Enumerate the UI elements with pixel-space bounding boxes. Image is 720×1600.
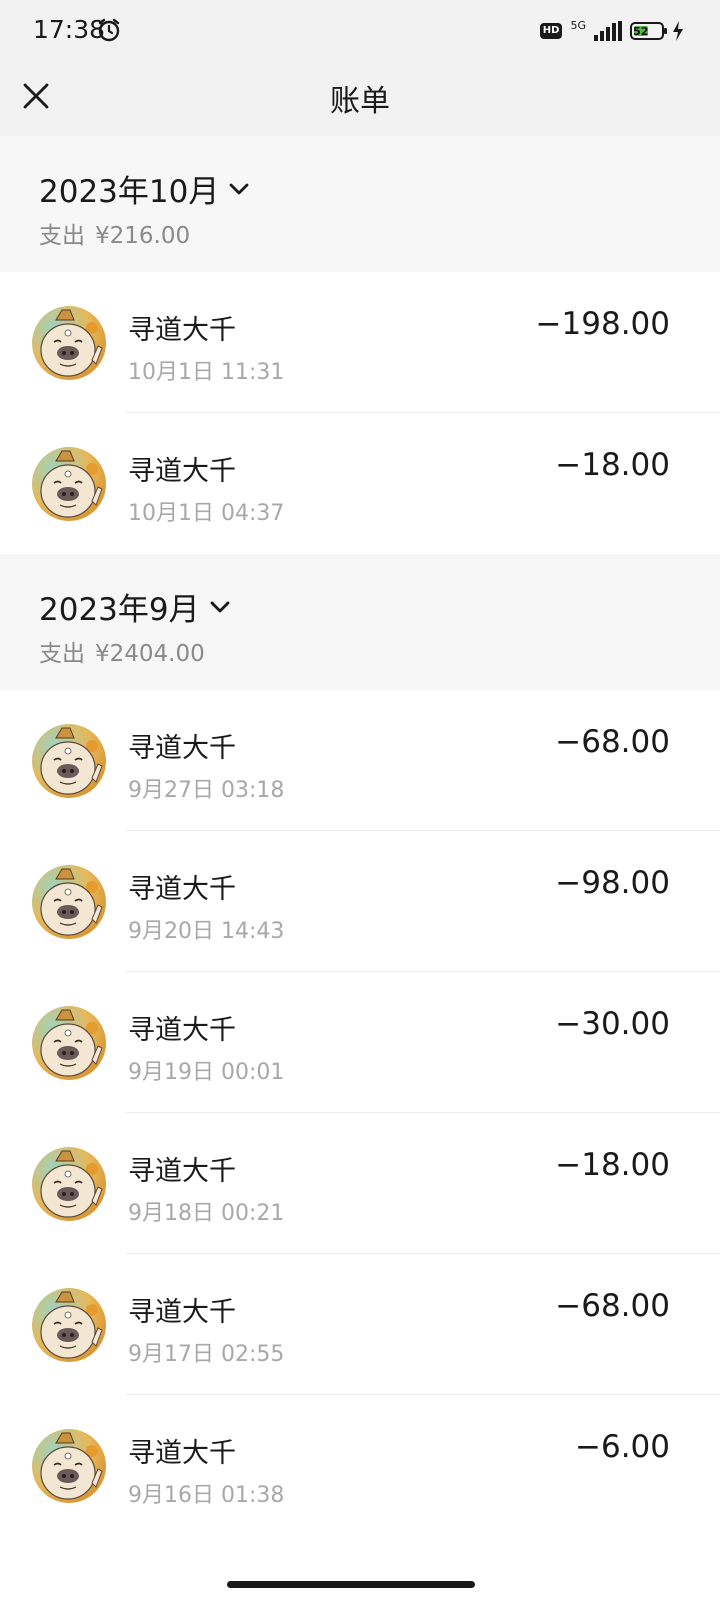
pig-avatar-icon — [32, 1006, 106, 1080]
transaction-name: 寻道大千 — [128, 874, 236, 905]
expense-label: 支出 — [39, 223, 85, 249]
status-bar: 17:38 HD 5G 52 — [0, 0, 720, 62]
chevron-down-icon — [229, 183, 249, 194]
transaction-name: 寻道大千 — [128, 456, 236, 487]
signal-icon — [594, 21, 622, 41]
nav-bar: 账单 — [0, 62, 720, 136]
transaction-name: 寻道大千 — [128, 315, 236, 346]
transaction-amount: −18.00 — [555, 1147, 670, 1183]
month-selector[interactable]: 2023年9月 — [39, 584, 232, 629]
expense-label: 支出 — [39, 641, 85, 667]
transaction-amount: −98.00 — [555, 865, 670, 901]
month-title: 2023年10月 — [39, 174, 220, 210]
transaction-amount: −68.00 — [555, 724, 670, 760]
transaction-time: 10月1日 11:31 — [128, 360, 285, 385]
page-title: 账单 — [330, 84, 390, 119]
status-indicators: HD 5G 52 — [539, 16, 684, 46]
transaction-time: 9月18日 00:21 — [128, 1201, 285, 1226]
expense-amount: ¥2404.00 — [95, 641, 205, 667]
pig-avatar-icon — [32, 865, 106, 939]
transaction-name: 寻道大千 — [128, 1297, 236, 1328]
transaction-row[interactable]: 寻道大千 9月16日 01:38 −6.00 — [0, 1395, 720, 1536]
transaction-name: 寻道大千 — [128, 1015, 236, 1046]
month-title: 2023年9月 — [39, 592, 200, 628]
home-indicator[interactable] — [227, 1581, 475, 1588]
transaction-row[interactable]: 寻道大千 9月19日 00:01 −30.00 — [0, 972, 720, 1113]
transaction-row[interactable]: 寻道大千 9月17日 02:55 −68.00 — [0, 1254, 720, 1395]
battery-icon: 52 — [630, 22, 667, 40]
transaction-name: 寻道大千 — [128, 1156, 236, 1187]
transaction-list: 寻道大千 9月27日 03:18 −68.00 寻道大千 9月20日 14:43… — [0, 690, 720, 1536]
pig-avatar-icon — [32, 1288, 106, 1362]
charging-icon — [673, 21, 683, 41]
transaction-name: 寻道大千 — [128, 1438, 236, 1469]
pig-avatar-icon — [32, 447, 106, 521]
pig-avatar-icon — [32, 306, 106, 380]
transaction-amount: −30.00 — [555, 1006, 670, 1042]
hd-badge: HD — [539, 23, 563, 39]
network-label: 5G — [570, 18, 586, 32]
transaction-row[interactable]: 寻道大千 9月18日 00:21 −18.00 — [0, 1113, 720, 1254]
transaction-amount: −6.00 — [575, 1429, 670, 1465]
transaction-time: 9月16日 01:38 — [128, 1483, 285, 1508]
battery-level: 52 — [633, 24, 649, 38]
month-expense: 支出 ¥2404.00 — [39, 634, 205, 668]
transaction-time: 9月17日 02:55 — [128, 1342, 285, 1367]
month-header[interactable]: 2023年9月 支出 ¥2404.00 — [0, 554, 720, 690]
transaction-amount: −18.00 — [555, 447, 670, 483]
chevron-down-icon — [210, 601, 230, 612]
transaction-row[interactable]: 寻道大千 10月1日 11:31 −198.00 — [0, 272, 720, 413]
transaction-amount: −198.00 — [535, 306, 670, 342]
transaction-row[interactable]: 寻道大千 9月20日 14:43 −98.00 — [0, 831, 720, 972]
transaction-time: 9月27日 03:18 — [128, 778, 285, 803]
transaction-time: 9月20日 14:43 — [128, 919, 285, 944]
status-time: 17:38 — [33, 15, 106, 44]
alarm-icon — [98, 18, 120, 42]
month-header[interactable]: 2023年10月 支出 ¥216.00 — [0, 136, 720, 272]
pig-avatar-icon — [32, 1147, 106, 1221]
pig-avatar-icon — [32, 1429, 106, 1503]
transaction-name: 寻道大千 — [128, 733, 236, 764]
month-expense: 支出 ¥216.00 — [39, 216, 190, 250]
transaction-time: 9月19日 00:01 — [128, 1060, 285, 1085]
transaction-row[interactable]: 寻道大千 9月27日 03:18 −68.00 — [0, 690, 720, 831]
transaction-row[interactable]: 寻道大千 10月1日 04:37 −18.00 — [0, 413, 720, 554]
transaction-list: 寻道大千 10月1日 11:31 −198.00 寻道大千 10月1日 04:3… — [0, 272, 720, 554]
transaction-amount: −68.00 — [555, 1288, 670, 1324]
pig-avatar-icon — [32, 724, 106, 798]
transaction-time: 10月1日 04:37 — [128, 501, 285, 526]
expense-amount: ¥216.00 — [95, 223, 191, 249]
month-selector[interactable]: 2023年10月 — [39, 166, 251, 211]
